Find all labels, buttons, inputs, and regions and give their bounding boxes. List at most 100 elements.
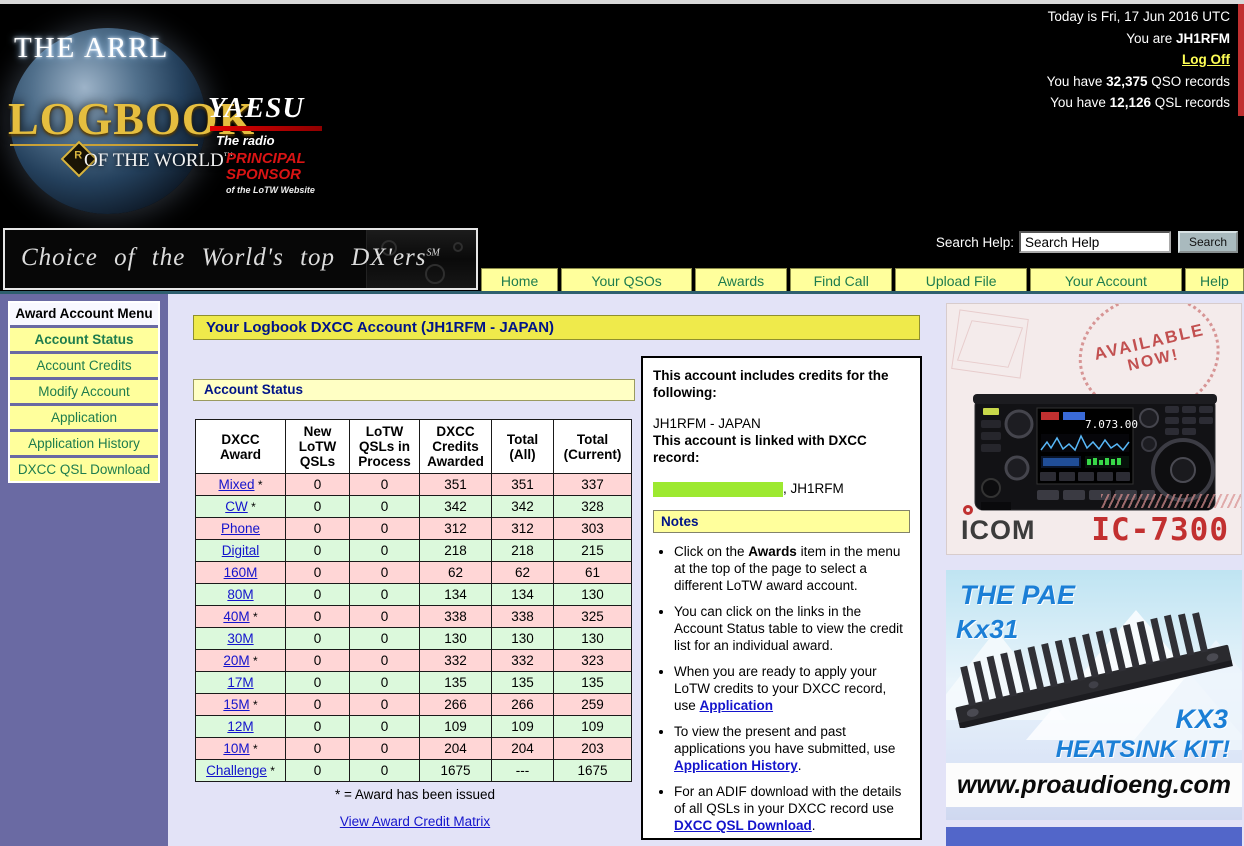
value-cell: 342 [420,496,492,518]
value-cell: 135 [420,672,492,694]
icom-brand-logo: ICOM [961,515,1036,546]
value-cell: 218 [492,540,554,562]
value-cell: 303 [554,518,632,540]
value-cell: 351 [420,474,492,496]
value-cell: 351 [492,474,554,496]
account-status-table: DXCC AwardNew LoTW QSLsLoTW QSLs in Proc… [195,419,632,782]
award-link-160m[interactable]: 160M [224,565,258,580]
value-cell: 266 [420,694,492,716]
view-award-credit-matrix-link[interactable]: View Award Credit Matrix [340,814,490,829]
value-cell: --- [492,760,554,782]
award-cell: 12M [196,716,286,738]
redacted-name-highlight [653,482,783,497]
value-cell: 204 [492,738,554,760]
award-link-10m[interactable]: 10M [223,741,249,756]
log-off-link[interactable]: Log Off [1182,52,1230,67]
award-link-phone[interactable]: Phone [221,521,260,536]
blueprint-sketch-decoration [951,309,1029,378]
column-header: LoTW QSLs in Process [350,420,420,474]
dxers-banner: Choice of the World's top DX'ersSM [3,228,478,290]
qso-count: 32,375 [1106,74,1147,89]
value-cell: 0 [286,606,350,628]
award-link-digital[interactable]: Digital [222,543,260,558]
value-cell: 0 [286,694,350,716]
sidebar-item-application-history[interactable]: Application History [10,432,158,455]
award-account-menu-title: Award Account Menu [10,303,158,325]
value-cell: 312 [492,518,554,540]
search-button[interactable]: Search [1178,231,1238,253]
application-history-link[interactable]: Application History [674,758,798,773]
award-link-15m[interactable]: 15M [223,697,249,712]
award-link-30m[interactable]: 30M [227,631,253,646]
table-row-15m: 15M *00266266259 [196,694,632,716]
pae-headline-3: KX3 [1175,704,1228,735]
award-cell: 17M [196,672,286,694]
value-cell: 130 [554,628,632,650]
value-cell: 0 [350,628,420,650]
value-cell: 0 [350,474,420,496]
credit-matrix-link-wrap: View Award Credit Matrix [195,814,635,829]
value-cell: 130 [420,628,492,650]
table-row-80m: 80M00134134130 [196,584,632,606]
sidebar-item-application[interactable]: Application [10,406,158,429]
table-row-digital: Digital00218218215 [196,540,632,562]
value-cell: 1675 [554,760,632,782]
value-cell: 0 [286,672,350,694]
qsl-count: 12,126 [1110,95,1151,110]
sidebar-item-modify-account[interactable]: Modify Account [10,380,158,403]
column-header: DXCC Award [196,420,286,474]
info-account: JH1RFM - JAPAN [653,415,910,432]
value-cell: 62 [492,562,554,584]
pae-headline-4: HEATSINK KIT! [1056,736,1230,764]
value-cell: 337 [554,474,632,496]
award-link-20m[interactable]: 20M [223,653,249,668]
award-link-12m[interactable]: 12M [227,719,253,734]
value-cell: 0 [286,628,350,650]
table-row-30m: 30M00130130130 [196,628,632,650]
sidebar-item-account-status[interactable]: Account Status [10,328,158,351]
award-link-challenge[interactable]: Challenge [206,763,267,778]
user-line: You are JH1RFM [1047,28,1230,50]
search-help-label: Search Help: [936,235,1014,250]
value-cell: 338 [420,606,492,628]
value-cell: 0 [350,716,420,738]
search-help-input[interactable] [1019,231,1171,253]
yaesu-wordmark: YAESU [208,92,328,125]
award-cell: Digital [196,540,286,562]
award-link-cw[interactable]: CW [225,499,248,514]
award-link-mixed[interactable]: Mixed [218,477,254,492]
qsl-count-line: You have 12,126 QSL records [1047,92,1230,114]
value-cell: 135 [554,672,632,694]
note-bold-text: Awards [748,544,797,559]
pae-heatsink-ad[interactable]: THE PAE Kx31 [946,570,1242,820]
yaesu-red-bar [210,126,322,131]
next-ad-partial [946,827,1242,846]
sidebar-item-dxcc-qsl-download[interactable]: DXCC QSL Download [10,458,158,481]
yaesu-site-text: of the LoTW Website [226,185,328,195]
qso-count-line: You have 32,375 QSO records [1047,71,1230,93]
column-header: Total (Current) [554,420,632,474]
dxcc-qsl-download-link[interactable]: DXCC QSL Download [674,818,812,833]
arrl-logo-line1: THE ARRL [14,32,169,65]
icom-ic7300-ad[interactable]: AVAILABLE NOW! 7.073.00 [946,303,1242,555]
value-cell: 259 [554,694,632,716]
sidebar-item-account-credits[interactable]: Account Credits [10,354,158,377]
yaesu-sponsor-text: PRINCIPAL SPONSOR [226,151,328,183]
table-row-challenge: Challenge *001675---1675 [196,760,632,782]
qsl-prefix: You have [1050,95,1110,110]
award-link-17m[interactable]: 17M [227,675,253,690]
application-link[interactable]: Application [700,698,774,713]
award-link-80m[interactable]: 80M [227,587,253,602]
value-cell: 1675 [420,760,492,782]
award-link-40m[interactable]: 40M [223,609,249,624]
user-callsign: JH1RFM [1176,31,1230,46]
column-header: DXCC Credits Awarded [420,420,492,474]
sponsor-line2: SPONSOR [226,166,301,183]
value-cell: 0 [350,496,420,518]
value-cell: 266 [492,694,554,716]
note-item-2: You can click on the links in the Accoun… [674,603,910,654]
award-cell: 160M [196,562,286,584]
value-cell: 109 [554,716,632,738]
lotw-page: THE ARRL LOGBOOK R OF THE WORLD™ YAESU T… [0,0,1244,846]
award-cell: 80M [196,584,286,606]
